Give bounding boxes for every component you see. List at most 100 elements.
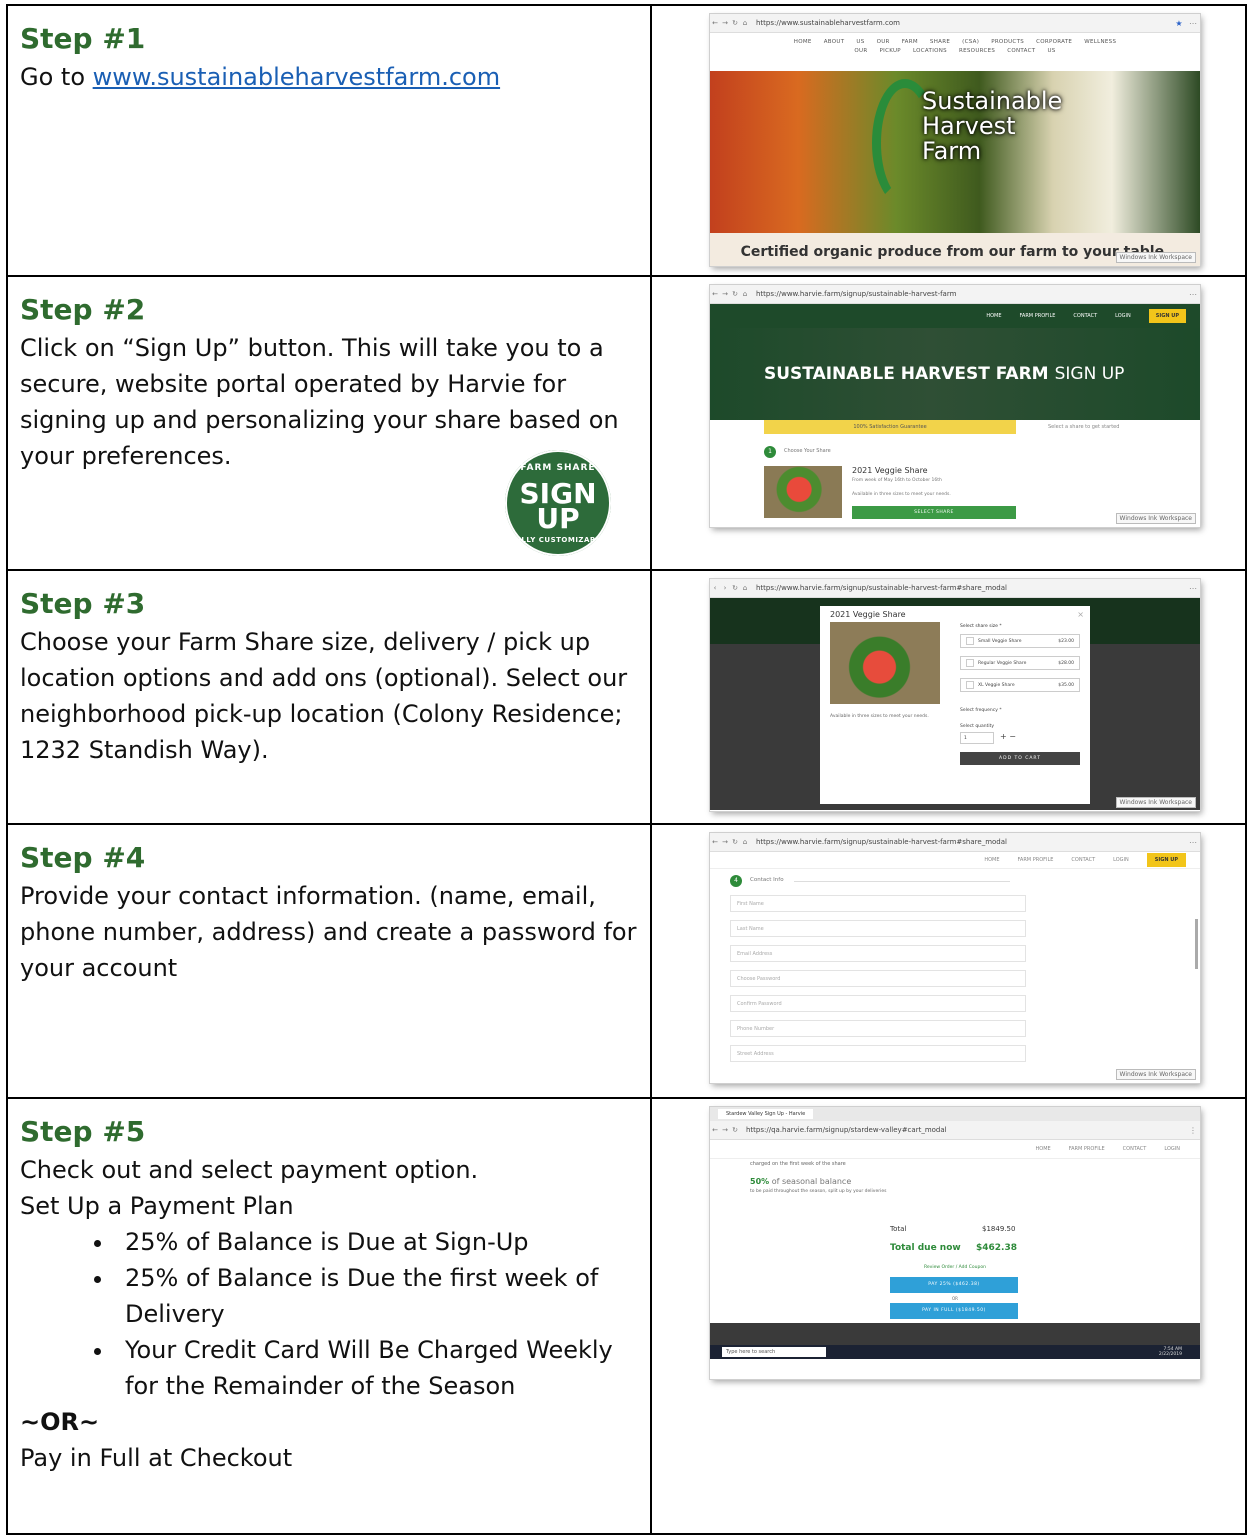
address-bar: https://www.harvie.farm/signup/sustainab… (756, 290, 957, 298)
home-icon: ⌂ (742, 838, 748, 846)
step-3-text: Choose your Farm Share size, delivery / … (20, 628, 628, 764)
or-label: OR (952, 1296, 958, 1301)
total-value: $1849.50 (982, 1225, 1016, 1233)
share-modal: 2021 Veggie Share × Available in three s… (820, 606, 1090, 804)
site-nav-row1: HOME ABOUT US OUR FARM SHARE (CSA) PRODU… (793, 39, 1117, 45)
page-footer (710, 1323, 1200, 1345)
nav-farm-profile: FARM PROFILE (1068, 1146, 1105, 1152)
quantity-stepper: 1 (960, 732, 994, 744)
select-hint: Select a share to get started (1048, 424, 1120, 430)
browser-tab: Stardew Valley Sign Up - Harvie (718, 1109, 814, 1119)
nav-sign-up: SIGN UP (1148, 309, 1186, 323)
cart-body: charged on the first week of the share 5… (710, 1159, 1200, 1323)
nav-login: LOGIN (1113, 857, 1129, 863)
contact-info-screenshot: ← → ↻ ⌂ https://www.harvie.farm/signup/s… (710, 833, 1200, 1083)
browser-toolbar: ← → ↻ https://qa.harvie.farm/signup/star… (710, 1121, 1200, 1140)
browser-toolbar: ← → ↻ ⌂ https://www.harvie.farm/signup/s… (710, 833, 1200, 852)
step-4-text: Provide your contact information. (name,… (20, 882, 637, 982)
contact-form: 4 Contact Info First Name Last Name Emai… (710, 869, 1200, 1069)
step-2-heading: Step #2 (20, 293, 146, 326)
step-5-line-2: Set Up a Payment Plan (20, 1192, 294, 1220)
hero-image: Sustainable Harvest Farm (710, 71, 1200, 233)
size-option: XL Veggie Share $35.00 (960, 678, 1080, 692)
share-title: 2021 Veggie Share (852, 466, 928, 475)
back-icon: ← (712, 290, 718, 298)
menu-icon: ⋯ (1189, 583, 1197, 593)
list-item: 25% of Balance is Due at Sign-Up (115, 1224, 638, 1260)
site-nav: HOME ABOUT US OUR FARM SHARE (CSA) PRODU… (710, 33, 1200, 71)
last-name-field: Last Name (730, 920, 1026, 937)
sign-up-badge: FARM SHARE SIGN UP FULLY CUSTOMIZABLE (505, 450, 611, 556)
checkout-screenshot: Stardew Valley Sign Up - Harvie ← → ↻ ht… (710, 1107, 1200, 1379)
pay-25-button: PAY 25% ($462.38) (890, 1277, 1018, 1293)
or-separator: ~OR~ (20, 1408, 100, 1436)
step-5-last-line: Pay in Full at Checkout (20, 1444, 293, 1472)
step-1-text-before: Go to (20, 63, 93, 91)
total-label: Total (890, 1225, 907, 1233)
step-1-heading: Step #1 (20, 22, 146, 55)
nav-contact: CONTACT (1071, 857, 1096, 863)
due-now-label: Total due now (890, 1243, 961, 1253)
step-5-screenshot-cell: Stardew Valley Sign Up - Harvie ← → ↻ ht… (650, 1097, 1247, 1535)
step-4-heading: Step #4 (20, 841, 146, 874)
nav-contact: CONTACT (1122, 1146, 1147, 1152)
harvie-nav: HOME FARM PROFILE CONTACT LOGIN SIGN UP (710, 852, 1200, 869)
step-number-badge: 1 (764, 446, 776, 458)
refresh-icon: ↻ (732, 1126, 738, 1134)
size-option-name: XL Veggie Share (978, 683, 1015, 688)
website-link[interactable]: www.sustainableharvestfarm.com (93, 63, 500, 91)
password-field: Choose Password (730, 970, 1026, 987)
share-dates: From week of May 16th to October 16th (852, 478, 942, 483)
guarantee-banner: 100% Satisfaction Guarantee (764, 420, 1016, 434)
browser-toolbar: ← → ↻ ⌂ https://www.sustainableharvestfa… (710, 14, 1200, 33)
menu-icon: ⋯ (1189, 18, 1197, 28)
taskbar-clock: 7:54 AM 2/22/2019 (1159, 1347, 1182, 1357)
size-option-name: Regular Veggie Share (978, 661, 1027, 666)
signup-hero: SUSTAINABLE HARVEST FARM SIGN UP (710, 328, 1200, 420)
address-bar: https://qa.harvie.farm/signup/stardew-va… (746, 1126, 947, 1134)
step-4-screenshot-cell: ← → ↻ ⌂ https://www.harvie.farm/signup/s… (650, 823, 1247, 1099)
nav-home: HOME (1035, 1146, 1051, 1152)
due-now-value: $462.38 (976, 1243, 1017, 1253)
home-icon: ⌂ (742, 584, 748, 592)
seasonal-balance: 50% of seasonal balance (750, 1177, 851, 1186)
scrollbar (1195, 919, 1198, 969)
veggie-bowl-image (830, 622, 940, 704)
size-option-price: $35.00 (1058, 683, 1074, 688)
nav-farm-profile: FARM PROFILE (1017, 857, 1054, 863)
nav-farm-profile: FARM PROFILE (1019, 313, 1056, 319)
nav-login: LOGIN (1115, 313, 1131, 319)
watermark: Windows Ink Workspace (1115, 513, 1196, 524)
menu-icon: ⋮ (1189, 1125, 1197, 1135)
step-1-text: Go to www.sustainableharvestfarm.com (20, 59, 638, 95)
quantity-label: Select quantity (960, 724, 995, 729)
clock-date: 2/22/2019 (1158, 1352, 1182, 1357)
share-sizes: Available in three sizes to meet your ne… (852, 492, 951, 497)
nav-home: HOME (984, 857, 1000, 863)
availability-text: Available in three sizes to meet your ne… (830, 714, 929, 719)
frequency-label: Select frequency * (960, 708, 1002, 713)
close-icon: × (1077, 610, 1084, 619)
hero-title-rest: SIGN UP (1054, 364, 1125, 384)
step-3-cell: Step #3 Choose your Farm Share size, del… (6, 569, 652, 825)
hero-title-bold: SUSTAINABLE HARVEST FARM (764, 364, 1049, 384)
veggie-bowl-image (764, 466, 842, 518)
pay-in-full-button: PAY IN FULL ($1849.50) (890, 1303, 1018, 1319)
modal-title: 2021 Veggie Share (830, 610, 906, 619)
forward-icon: → (722, 838, 728, 846)
home-icon: ⌂ (742, 19, 748, 27)
choose-share-label: Choose Your Share (784, 448, 831, 454)
list-item: Your Credit Card Will Be Charged Weekly … (115, 1332, 638, 1404)
harvie-signup-screenshot: ← → ↻ ⌂ https://www.harvie.farm/signup/s… (710, 285, 1200, 527)
nav-home: HOME (986, 313, 1002, 319)
email-field: Email Address (730, 945, 1026, 962)
refresh-icon: ↻ (732, 838, 738, 846)
home-icon: ⌂ (742, 290, 748, 298)
payment-plan-list: 25% of Balance is Due at Sign-Up 25% of … (20, 1224, 638, 1404)
back-icon: ← (712, 838, 718, 846)
contact-info-label: Contact Info (750, 877, 784, 883)
browser-toolbar: ‹ › ↻ ⌂ https://www.harvie.farm/signup/s… (710, 579, 1200, 598)
forward-icon: → (722, 1126, 728, 1134)
step-3-heading: Step #3 (20, 587, 146, 620)
add-to-cart-button: ADD TO CART (960, 752, 1080, 765)
